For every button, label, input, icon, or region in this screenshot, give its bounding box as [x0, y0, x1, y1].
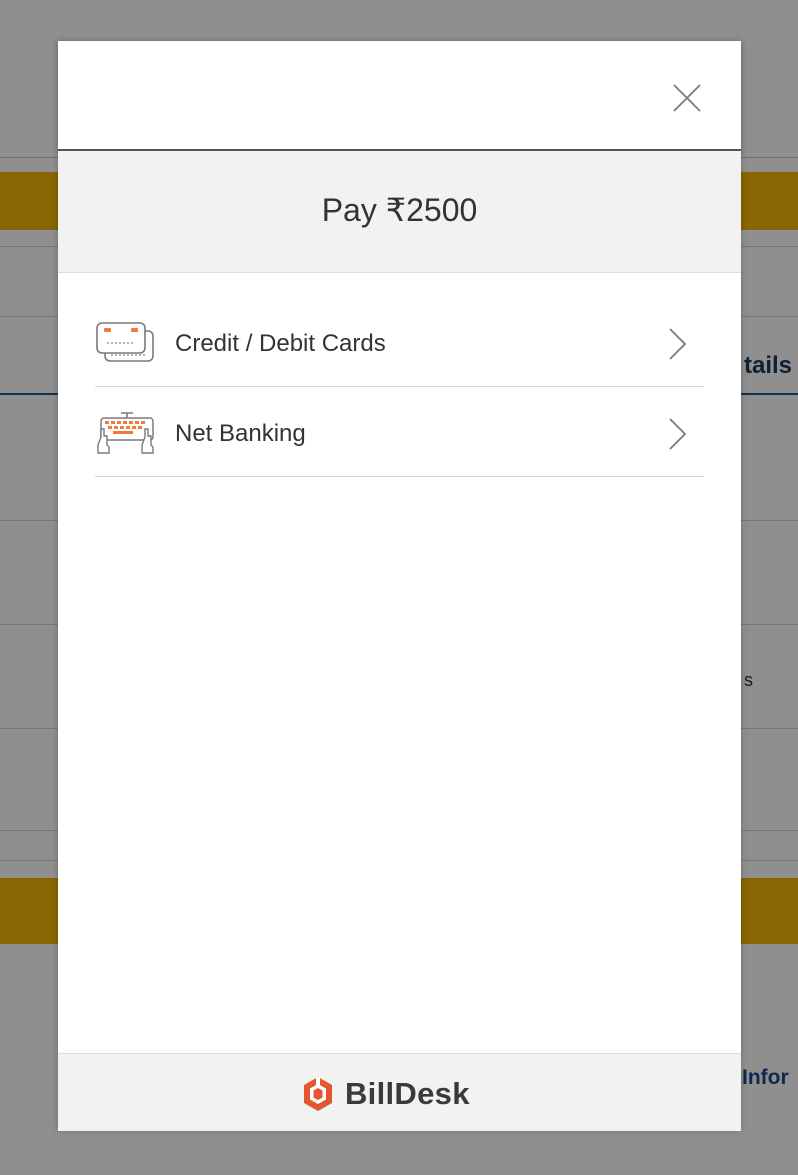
billdesk-brand: BillDesk [301, 1074, 470, 1114]
billdesk-brand-name: BillDesk [345, 1076, 470, 1111]
payment-option-label: Credit / Debit Cards [175, 330, 386, 357]
payment-option-netbanking[interactable]: Net Banking [95, 387, 704, 477]
keyboard-icon [95, 411, 157, 455]
pay-title: Pay ₹2500 [58, 191, 741, 229]
chevron-right-icon [667, 327, 687, 361]
payment-option-cards[interactable]: Credit / Debit Cards [95, 297, 704, 387]
billdesk-logo-icon [304, 1077, 332, 1111]
modal-header [58, 41, 741, 151]
credit-card-icon [95, 321, 157, 365]
pay-amount-section: Pay ₹2500 [58, 151, 741, 273]
modal-footer: BillDesk [58, 1053, 741, 1131]
pay-label: Pay [321, 192, 377, 228]
payment-option-label: Net Banking [175, 420, 306, 447]
close-icon[interactable] [670, 81, 704, 115]
payment-modal: Pay ₹2500 Credit / Debit Cards Net Banki… [58, 41, 741, 1131]
payment-options-list: Credit / Debit Cards Net Banking [95, 297, 704, 477]
pay-amount: ₹2500 [385, 192, 478, 228]
chevron-right-icon [667, 417, 687, 451]
